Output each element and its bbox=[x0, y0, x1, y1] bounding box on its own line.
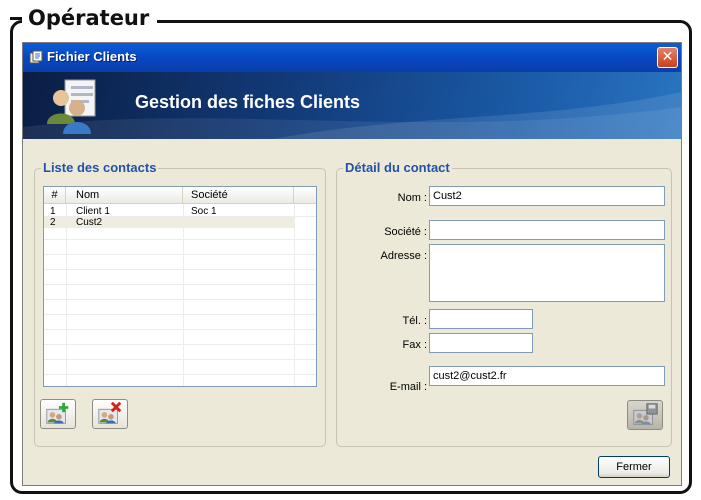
add-contact-icon bbox=[46, 402, 69, 424]
save-contact-icon bbox=[633, 403, 658, 425]
contacts-people-icon bbox=[47, 79, 96, 134]
table-row-empty bbox=[44, 229, 316, 240]
contact-list-legend: Liste des contacts bbox=[41, 160, 159, 176]
fax-field[interactable] bbox=[429, 333, 533, 353]
email-field[interactable] bbox=[429, 366, 665, 386]
contact-list-group: Liste des contacts # Nom Société 1 Clien… bbox=[34, 160, 326, 447]
column-header-number[interactable]: # bbox=[44, 187, 66, 204]
contact-detail-legend: Détail du contact bbox=[343, 160, 452, 176]
table-row-empty bbox=[44, 304, 316, 315]
grid-header: # Nom Société bbox=[44, 187, 316, 204]
table-row-empty bbox=[44, 377, 316, 386]
tel-label: Tél. : bbox=[402, 315, 427, 327]
row-nom: Client 1 bbox=[76, 206, 110, 217]
table-row-empty bbox=[44, 274, 316, 285]
nom-field[interactable] bbox=[429, 186, 665, 206]
window-titlebar[interactable]: Fichier Clients ✕ bbox=[23, 43, 681, 72]
table-row-empty bbox=[44, 334, 316, 345]
column-header-spacer bbox=[294, 187, 316, 204]
table-row[interactable]: 1 Client 1 Soc 1 bbox=[44, 206, 316, 217]
societe-field[interactable] bbox=[429, 220, 665, 240]
delete-contact-icon bbox=[98, 401, 122, 424]
fax-label: Fax : bbox=[402, 339, 427, 351]
row-number: 2 bbox=[50, 217, 56, 228]
contact-detail-group: Détail du contact Nom : Société : Adress… bbox=[336, 160, 672, 447]
contacts-grid[interactable]: # Nom Société 1 Client 1 Soc 1 2 Cust2 bbox=[43, 186, 317, 387]
table-row-empty bbox=[44, 244, 316, 255]
tel-field[interactable] bbox=[429, 309, 533, 329]
add-contact-button[interactable] bbox=[40, 399, 76, 429]
row-nom: Cust2 bbox=[76, 217, 103, 228]
table-row-empty bbox=[44, 289, 316, 300]
window-close-button[interactable]: ✕ bbox=[657, 47, 678, 68]
table-row-empty bbox=[44, 364, 316, 375]
app-icon bbox=[29, 50, 43, 64]
table-row-empty bbox=[44, 319, 316, 330]
column-header-nom[interactable]: Nom bbox=[66, 187, 183, 204]
window-title: Fichier Clients bbox=[47, 49, 137, 64]
row-number: 1 bbox=[50, 206, 56, 217]
adresse-label: Adresse : bbox=[380, 250, 427, 262]
table-row-empty bbox=[44, 349, 316, 360]
operator-group-legend: Opérateur bbox=[22, 4, 158, 32]
column-header-societe[interactable]: Société bbox=[183, 187, 294, 204]
email-label: E-mail : bbox=[389, 381, 427, 393]
banner-title: Gestion des fiches Clients bbox=[135, 92, 361, 112]
header-banner: Gestion des fiches Clients bbox=[23, 72, 681, 139]
table-row-selected[interactable]: 2 Cust2 bbox=[44, 217, 294, 228]
row-societe: Soc 1 bbox=[191, 206, 217, 217]
save-contact-button[interactable] bbox=[627, 400, 663, 430]
table-row-empty bbox=[44, 259, 316, 270]
fichier-clients-window: Fichier Clients ✕ Gestion des fiches Cli… bbox=[22, 42, 682, 486]
delete-contact-button[interactable] bbox=[92, 399, 128, 429]
societe-label: Société : bbox=[384, 226, 427, 238]
fermer-button[interactable]: Fermer bbox=[598, 456, 670, 478]
nom-label: Nom : bbox=[397, 192, 427, 204]
adresse-field[interactable] bbox=[429, 244, 665, 302]
